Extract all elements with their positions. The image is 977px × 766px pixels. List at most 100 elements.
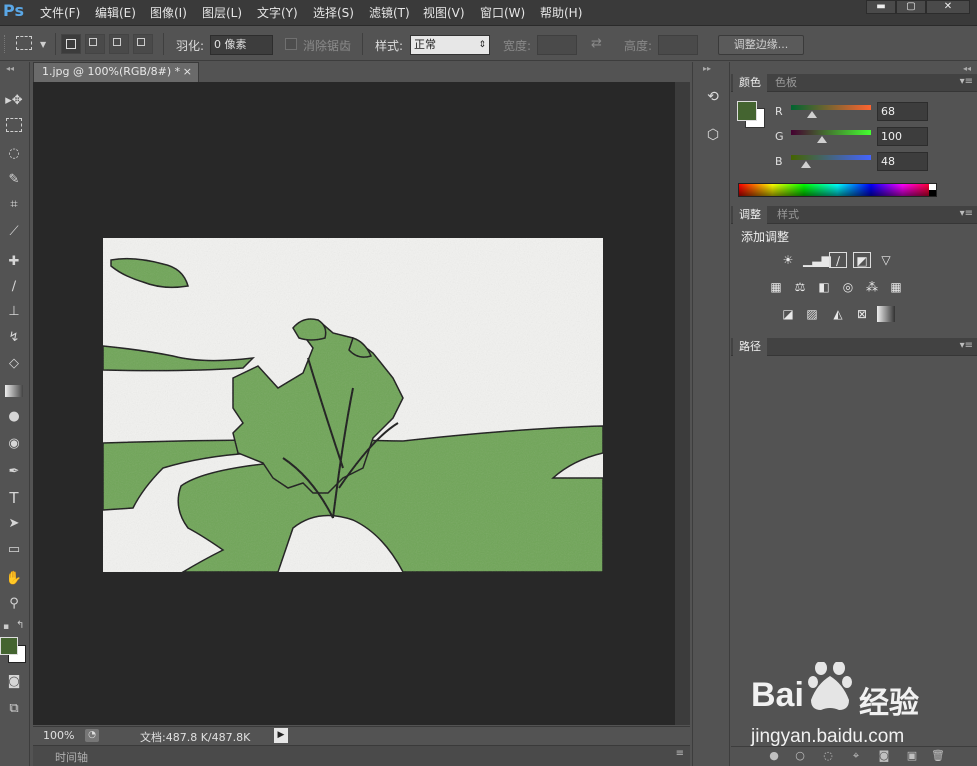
red-slider[interactable] [791,105,871,110]
eyedropper-tool-icon[interactable]: ⟋ [3,222,25,242]
blue-value-input[interactable]: 48 [877,152,928,171]
status-menu-arrow-icon[interactable]: ▶ [274,728,288,743]
expand-dock-icon[interactable]: ▸▸ [703,64,711,73]
quick-mask-icon[interactable]: ◙ [3,672,25,692]
color-balance-icon[interactable]: ⚖ [791,279,809,295]
zoom-tool-icon[interactable]: ⚲ [3,594,25,614]
vertical-scrollbar[interactable] [675,82,690,725]
tab-adjustments[interactable]: 调整 [733,206,767,224]
black-white-icon[interactable]: ◧ [815,279,833,295]
lasso-tool-icon[interactable]: ◌ [3,144,25,164]
color-panel-menu-icon[interactable]: ▾≡ [960,76,973,87]
feather-input[interactable]: 0 像素 [210,35,273,55]
menu-file[interactable]: 文件(F) [40,4,80,21]
pen-tool-icon[interactable]: ✒ [3,462,25,482]
history-panel-icon[interactable]: ⟲ [702,86,724,108]
quick-select-tool-icon[interactable]: ✎ [3,170,25,190]
color-spectrum-ramp[interactable] [738,183,937,197]
channel-mixer-icon[interactable]: ⁂ [863,279,881,295]
menu-type[interactable]: 文字(Y) [257,4,298,21]
threshold-icon[interactable]: ◭ [829,306,847,322]
brush-tool-icon[interactable]: ∕ [3,277,25,297]
3d-panel-icon[interactable]: ⬡ [702,124,724,146]
intersect-selection-icon[interactable] [133,34,153,54]
blue-slider[interactable] [791,155,871,160]
blur-tool-icon[interactable]: ● [3,407,25,427]
levels-icon[interactable]: ▁▃▆ [803,252,831,268]
fg-color-swatch[interactable] [737,101,757,121]
eraser-tool-icon[interactable]: ◇ [3,354,25,374]
marquee-tool-icon[interactable] [6,118,22,132]
photo-filter-icon[interactable]: ◎ [839,279,857,295]
menu-window[interactable]: 窗口(W) [480,4,525,21]
selective-color-icon[interactable]: ⊠ [853,306,871,322]
hand-tool-icon[interactable]: ✋ [3,569,25,589]
posterize-icon[interactable]: ▨ [803,306,821,322]
history-brush-tool-icon[interactable]: ↯ [3,328,25,348]
adjustments-panel-menu-icon[interactable]: ▾≡ [960,208,973,219]
gradient-tool-icon[interactable] [3,382,25,402]
new-selection-icon[interactable] [61,34,81,54]
antialias-checkbox[interactable] [285,38,297,50]
move-tool-icon[interactable]: ▸✥ [3,91,25,111]
menu-view[interactable]: 视图(V) [423,4,465,21]
vibrance-icon[interactable]: ▽ [877,252,895,268]
menu-layer[interactable]: 图层(L) [202,4,242,21]
document-tab[interactable]: 1.jpg @ 100%(RGB/8#) * × [33,62,199,82]
type-tool-icon[interactable]: T [3,488,25,508]
menu-edit[interactable]: 编辑(E) [95,4,136,21]
hue-saturation-icon[interactable]: ▦ [767,279,785,295]
subtract-selection-icon[interactable] [109,34,129,54]
curves-icon[interactable]: ∕ [829,252,847,268]
menu-help[interactable]: 帮助(H) [540,4,582,21]
invert-icon[interactable]: ◪ [779,306,797,322]
shape-tool-icon[interactable]: ▭ [3,540,25,560]
collapse-panels-icon[interactable]: ◂◂ [963,64,971,73]
menu-image[interactable]: 图像(I) [150,4,187,21]
minimize-icon[interactable]: ▬ [866,0,896,14]
gradient-map-icon[interactable] [877,306,895,322]
tab-color[interactable]: 颜色 [733,74,767,92]
default-colors-icon[interactable]: ▪ [3,622,9,632]
rect-marquee-icon[interactable] [16,36,32,50]
tab-swatches[interactable]: 色板 [769,74,803,92]
red-value-input[interactable]: 68 [877,102,928,121]
tool-preset-dropdown-icon[interactable]: ▼ [40,40,46,49]
tab-close-icon[interactable]: × [183,63,192,81]
screen-mode-icon[interactable]: ⧉ [3,699,25,719]
foreground-color-swatch[interactable] [0,637,18,655]
dodge-tool-icon[interactable]: ◉ [3,434,25,454]
style-select[interactable]: 正常 ⇕ [410,35,490,55]
tab-styles[interactable]: 样式 [771,206,805,224]
zoom-level[interactable]: 100% [43,729,74,742]
collapse-icon[interactable]: ◂◂ [6,64,14,73]
swap-colors-icon[interactable]: ↰ [16,620,24,631]
menu-filter[interactable]: 滤镜(T) [369,4,410,21]
color-lookup-icon[interactable]: ▦ [887,279,905,295]
path-select-tool-icon[interactable]: ➤ [3,514,25,534]
photoshop-logo: Ps [3,1,24,20]
stamp-tool-icon[interactable]: ⊥ [3,302,25,322]
blue-slider-thumb[interactable] [801,161,812,168]
width-input[interactable] [537,35,577,55]
brightness-contrast-icon[interactable]: ☀ [779,252,797,268]
maximize-icon[interactable]: ▢ [896,0,926,14]
close-icon[interactable]: ✕ [926,0,970,14]
swap-icon[interactable]: ⇄ [591,36,602,51]
green-slider[interactable] [791,130,871,135]
status-info-icon[interactable]: ◔ [85,729,99,742]
red-slider-thumb[interactable] [807,111,818,118]
healing-brush-tool-icon[interactable]: ✚ [3,252,25,272]
green-slider-thumb[interactable] [817,136,828,143]
menu-select[interactable]: 选择(S) [313,4,354,21]
green-value-input[interactable]: 100 [877,127,928,146]
exposure-icon[interactable]: ◩ [853,252,871,268]
timeline-bar[interactable]: 时间轴 ≡ [33,745,690,766]
refine-edge-button[interactable]: 调整边缘... [718,35,804,55]
timeline-menu-icon[interactable]: ≡ [676,748,684,759]
add-selection-icon[interactable] [85,34,105,54]
height-input[interactable] [658,35,698,55]
crop-tool-icon[interactable]: ⌗ [3,195,25,215]
tab-paths[interactable]: 路径 [733,338,767,356]
paths-panel-menu-icon[interactable]: ▾≡ [960,340,973,351]
